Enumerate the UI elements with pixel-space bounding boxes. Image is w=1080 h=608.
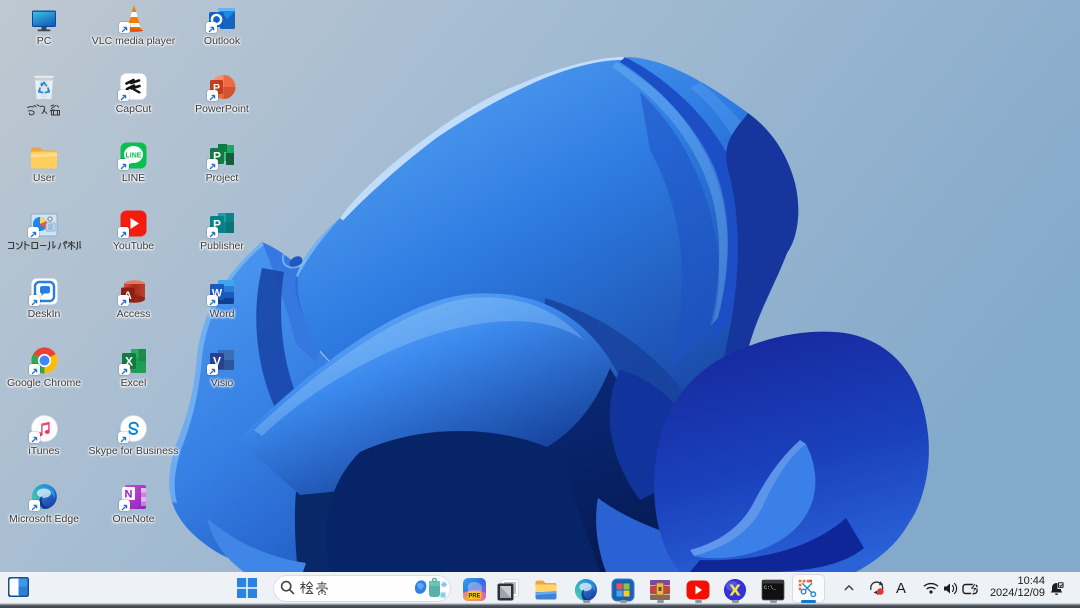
svg-text:N: N bbox=[124, 489, 132, 501]
svg-text:C:\_: C:\_ bbox=[764, 585, 777, 591]
svg-text:LINE: LINE bbox=[126, 152, 142, 159]
svg-text:PRE: PRE bbox=[468, 594, 480, 600]
